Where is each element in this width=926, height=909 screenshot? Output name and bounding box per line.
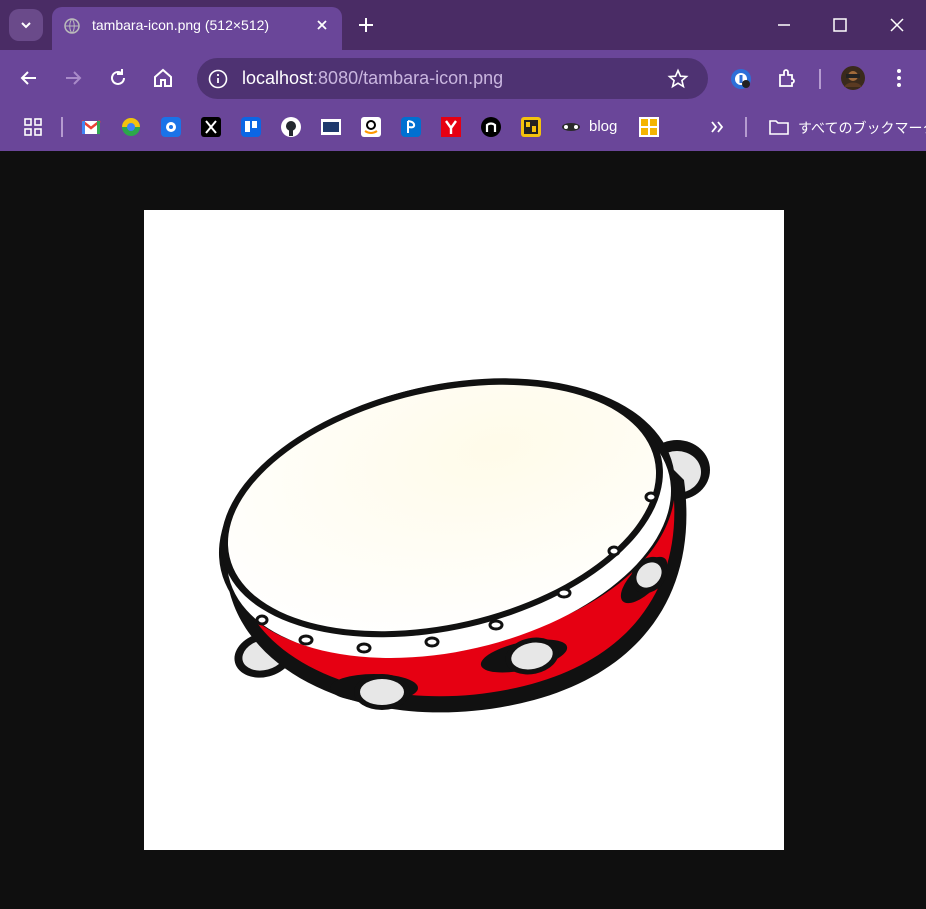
fia-icon[interactable]	[320, 116, 342, 138]
apps-icon[interactable]	[22, 116, 44, 138]
menu-icon[interactable]	[887, 66, 911, 90]
url-text: localhost:8080/tambara-icon.png	[242, 68, 503, 89]
tambourine-icon	[218, 378, 710, 713]
github-icon[interactable]	[280, 116, 302, 138]
coco-icon[interactable]	[638, 116, 660, 138]
browser-window: tambara-icon.png (512×512) localhost:808…	[0, 0, 926, 909]
close-icon[interactable]	[314, 17, 330, 33]
star-icon[interactable]	[667, 68, 689, 90]
tab-search-button[interactable]	[9, 9, 43, 41]
chevron-more-icon[interactable]	[706, 116, 728, 138]
toolbar: localhost:8080/tambara-icon.png	[0, 50, 926, 106]
playstation-icon[interactable]	[400, 116, 422, 138]
back-icon[interactable]	[16, 65, 42, 91]
blog-icon[interactable]	[560, 116, 582, 138]
bookmarks-bar: blog すべてのブックマーク	[0, 106, 926, 151]
bookmarks-separator	[61, 117, 63, 137]
site-info-icon[interactable]	[207, 68, 229, 90]
toolbar-separator	[819, 69, 821, 89]
blue-app-icon[interactable]	[160, 116, 182, 138]
extensions-icon[interactable]	[775, 66, 799, 90]
all-bookmarks-label[interactable]: すべてのブックマーク	[798, 118, 926, 138]
close-window-icon[interactable]	[886, 14, 908, 36]
folder-icon[interactable]	[768, 116, 790, 138]
pb-icon[interactable]	[520, 116, 542, 138]
page-content	[0, 151, 926, 909]
url-path: :8080/tambara-icon.png	[313, 68, 504, 88]
bookmarks-separator-2	[745, 117, 747, 137]
y-icon[interactable]	[440, 116, 462, 138]
minimize-icon[interactable]	[773, 14, 795, 36]
n-icon[interactable]	[480, 116, 502, 138]
reload-icon[interactable]	[105, 65, 131, 91]
gmail-icon[interactable]	[80, 116, 102, 138]
globe-icon	[64, 18, 80, 34]
active-tab[interactable]: tambara-icon.png (512×512)	[52, 7, 342, 50]
forward-icon[interactable]	[60, 65, 86, 91]
x-icon[interactable]	[200, 116, 222, 138]
password-manager-icon[interactable]	[729, 67, 753, 91]
address-bar[interactable]: localhost:8080/tambara-icon.png	[197, 58, 708, 99]
maximize-icon[interactable]	[829, 14, 851, 36]
trello-icon[interactable]	[240, 116, 262, 138]
bookmark-blog-label[interactable]: blog	[589, 118, 617, 135]
new-tab-icon[interactable]	[356, 15, 376, 35]
displayed-image	[144, 210, 784, 850]
tab-title: tambara-icon.png (512×512)	[92, 17, 270, 33]
chrome-store-icon[interactable]	[120, 116, 142, 138]
chevron-down-icon	[21, 22, 31, 29]
url-host: localhost	[242, 68, 314, 88]
home-icon[interactable]	[150, 65, 176, 91]
title-bar: tambara-icon.png (512×512)	[0, 0, 926, 50]
profile-avatar[interactable]	[840, 65, 866, 91]
amazon-icon[interactable]	[360, 116, 382, 138]
